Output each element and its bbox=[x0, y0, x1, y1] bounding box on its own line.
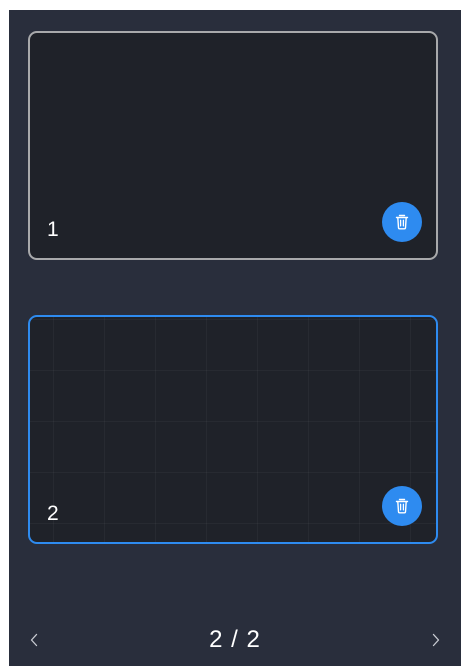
next-page-button[interactable] bbox=[424, 628, 448, 652]
delete-page-button[interactable] bbox=[382, 202, 422, 242]
pagination-bar: 2 / 2 bbox=[9, 622, 461, 662]
page-thumbnail-1[interactable]: 1 bbox=[28, 31, 438, 260]
trash-icon bbox=[395, 498, 409, 514]
page-number-label: 2 bbox=[47, 502, 59, 525]
trash-icon bbox=[395, 214, 409, 230]
page-indicator: 2 / 2 bbox=[209, 626, 261, 653]
page-thumbnail-panel: 1 2 2 / 2 bbox=[9, 10, 461, 666]
chevron-right-icon bbox=[432, 633, 440, 647]
page-thumbnail-2[interactable]: 2 bbox=[28, 315, 438, 544]
page-number-label: 1 bbox=[47, 218, 59, 241]
delete-page-button[interactable] bbox=[382, 486, 422, 526]
